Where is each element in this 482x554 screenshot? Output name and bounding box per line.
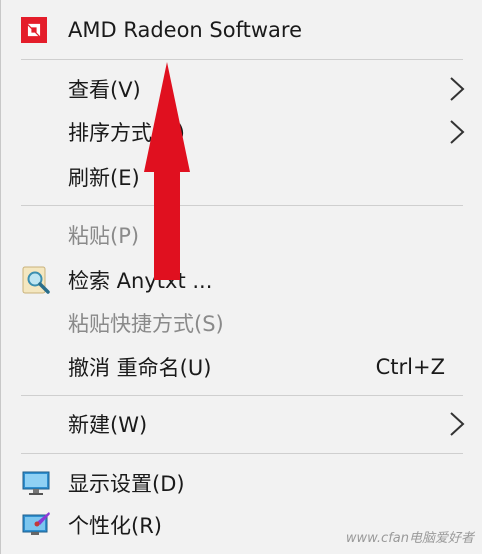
menu-item-refresh[interactable]: 刷新(E) [1, 155, 482, 199]
monitor-icon [22, 471, 50, 495]
menu-item-label: 粘贴快捷方式(S) [68, 312, 224, 336]
chevron-right-icon [450, 120, 465, 144]
menu-item-label: 显示设置(D) [68, 472, 185, 496]
menu-item-label: 排序方式(O) [68, 121, 185, 145]
menu-item-display-settings[interactable]: 显示设置(D) [1, 461, 482, 505]
menu-separator [21, 453, 463, 454]
menu-item-paste-shortcut[interactable]: 粘贴快捷方式(S) [1, 301, 482, 345]
menu-item-label: 新建(W) [68, 413, 148, 437]
personalize-icon [22, 512, 50, 535]
magnifier-icon [22, 266, 50, 294]
menu-item-label: 个性化(R) [68, 514, 162, 538]
shortcut-hint: Ctrl+Z [375, 355, 445, 379]
menu-item-label: AMD Radeon Software [68, 18, 302, 42]
menu-item-label: 撤消 重命名(U) [68, 356, 212, 380]
menu-item-label: 粘贴(P) [68, 224, 140, 248]
menu-item-label: 查看(V) [68, 78, 141, 102]
menu-separator [21, 205, 463, 206]
amd-icon [21, 17, 47, 43]
context-menu: AMD Radeon Software 查看(V) 排序方式(O) 刷新(E) … [0, 0, 482, 554]
menu-separator [21, 59, 463, 60]
menu-item-sort-by[interactable]: 排序方式(O) [1, 110, 482, 154]
menu-item-paste[interactable]: 粘贴(P) [1, 213, 482, 257]
menu-item-label: 刷新(E) [68, 166, 140, 190]
chevron-right-icon [450, 412, 465, 436]
menu-item-view[interactable]: 查看(V) [1, 67, 482, 111]
menu-item-label: 检索 Anytxt ... [68, 269, 213, 293]
menu-separator [21, 395, 463, 396]
watermark: www.cfan电脑爱好者 [345, 531, 474, 546]
menu-item-anytxt-search[interactable]: 检索 Anytxt ... [1, 258, 482, 302]
chevron-right-icon [450, 77, 465, 101]
menu-item-new[interactable]: 新建(W) [1, 402, 482, 446]
menu-item-amd-radeon-software[interactable]: AMD Radeon Software [1, 8, 482, 52]
menu-item-undo-rename[interactable]: 撤消 重命名(U) Ctrl+Z [1, 345, 482, 389]
